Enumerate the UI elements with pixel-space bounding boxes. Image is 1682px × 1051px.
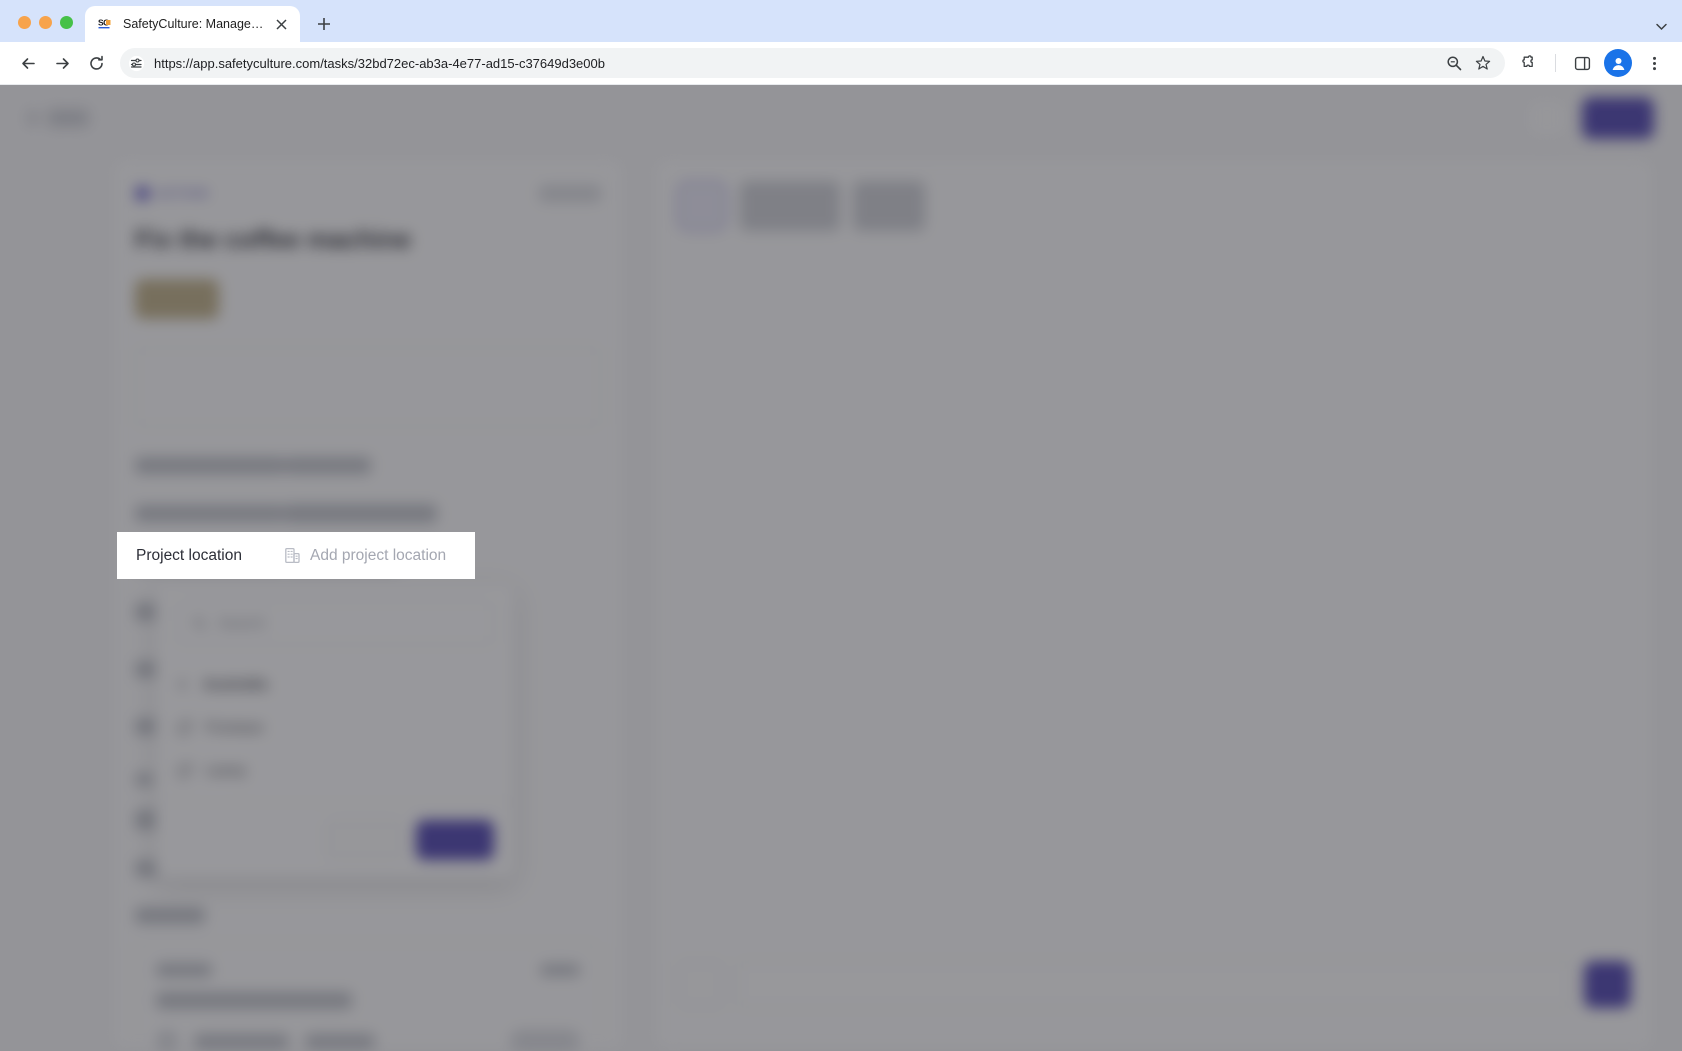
close-window-button[interactable] xyxy=(18,16,31,29)
avatar[interactable] xyxy=(1604,49,1632,77)
tab-title: SafetyCulture: Manage Teams and... xyxy=(123,17,265,31)
extensions-puzzle-icon[interactable] xyxy=(1513,47,1545,79)
add-project-location-label: Add project location xyxy=(310,546,447,564)
add-project-location-button[interactable]: Add project location xyxy=(284,547,446,565)
toolbar-divider xyxy=(1555,54,1556,72)
browser-tabstrip: SC SafetyCulture: Manage Teams and... xyxy=(0,0,1682,42)
project-location-highlight[interactable]: Project location Add project location xyxy=(117,532,475,579)
chevron-down-icon[interactable] xyxy=(1655,20,1668,33)
site-settings-icon[interactable] xyxy=(128,55,145,72)
page-viewport: ACTION Fix the coffee machine xyxy=(0,85,1682,1051)
reload-icon[interactable] xyxy=(80,47,112,79)
minimize-window-button[interactable] xyxy=(39,16,52,29)
forward-arrow-icon[interactable] xyxy=(46,47,78,79)
window-controls[interactable] xyxy=(12,16,85,42)
profile-avatar-icon[interactable] xyxy=(1602,47,1634,79)
zoom-search-icon[interactable] xyxy=(1446,55,1462,71)
safetyculture-favicon: SC xyxy=(98,16,115,33)
maximize-window-button[interactable] xyxy=(60,16,73,29)
project-location-label: Project location xyxy=(136,546,242,564)
omnibox-actions xyxy=(1446,55,1495,71)
browser-tab[interactable]: SC SafetyCulture: Manage Teams and... xyxy=(85,6,300,42)
building-icon xyxy=(284,547,301,564)
close-icon[interactable] xyxy=(273,16,290,33)
star-icon[interactable] xyxy=(1475,55,1491,71)
new-tab-button[interactable] xyxy=(310,10,338,38)
toolbar-right-actions xyxy=(1513,47,1670,79)
browser-toolbar: https://app.safetyculture.com/tasks/32bd… xyxy=(0,42,1682,85)
kebab-menu-icon[interactable] xyxy=(1638,47,1670,79)
address-bar[interactable]: https://app.safetyculture.com/tasks/32bd… xyxy=(120,48,1505,78)
url-text: https://app.safetyculture.com/tasks/32bd… xyxy=(154,55,605,71)
back-arrow-icon[interactable] xyxy=(12,47,44,79)
side-panel-icon[interactable] xyxy=(1566,47,1598,79)
browser-window: SC SafetyCulture: Manage Teams and... xyxy=(0,0,1682,1051)
